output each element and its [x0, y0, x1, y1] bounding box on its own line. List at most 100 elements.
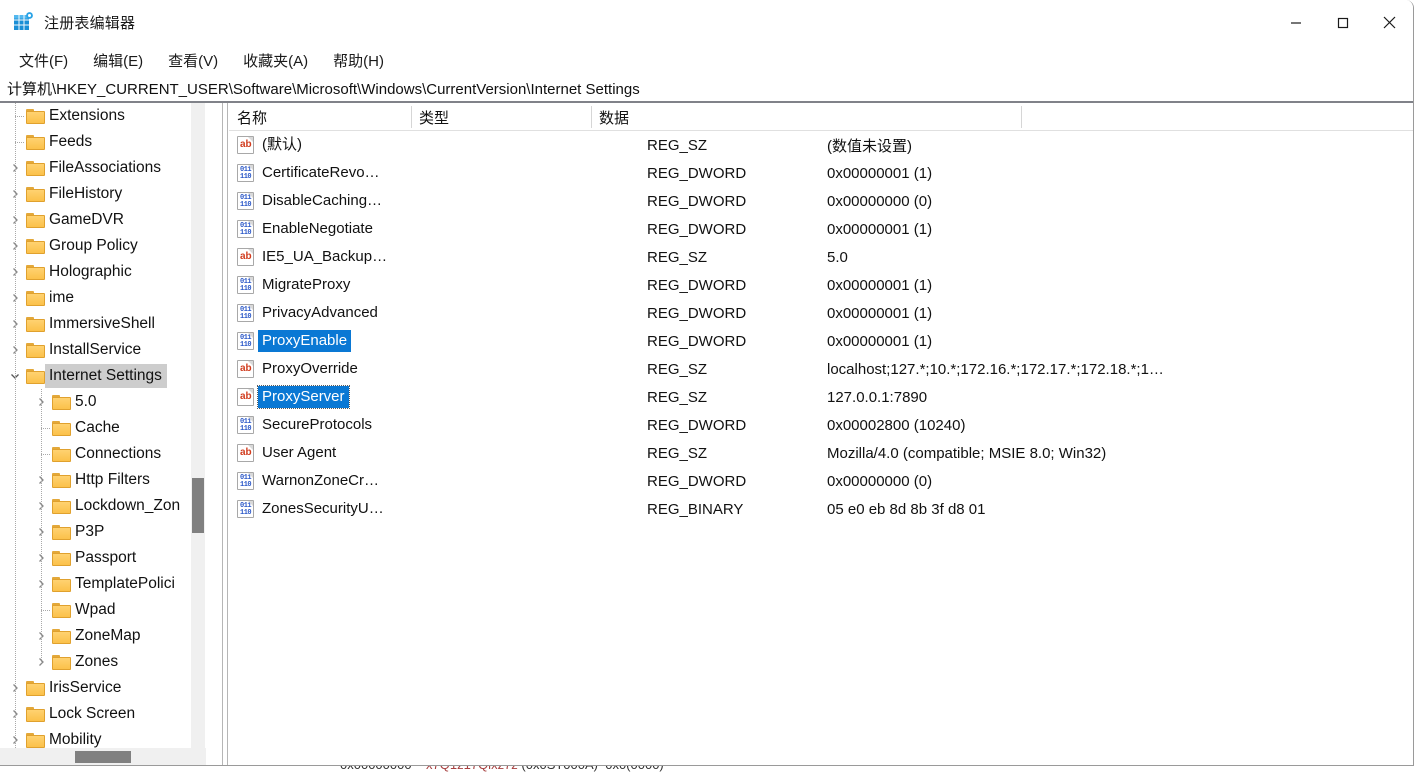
tree-vertical-scrollbar[interactable] — [191, 103, 205, 748]
tree-item-http-filters[interactable]: Http Filters — [0, 467, 206, 493]
column-header-name[interactable]: 名称 — [229, 103, 411, 131]
value-type: REG_DWORD — [647, 304, 747, 322]
folder-icon — [52, 602, 71, 618]
tree-horizontal-scroll-thumb[interactable] — [75, 751, 131, 763]
value-name: CertificateRevo… — [262, 164, 380, 181]
tree-horizontal-scrollbar[interactable] — [0, 748, 206, 765]
tree-item-templatepolici[interactable]: TemplatePolici — [0, 571, 206, 597]
tree-item-immersiveshell[interactable]: ImmersiveShell — [0, 311, 206, 337]
address-path: 计算机\HKEY_CURRENT_USER\Software\Microsoft… — [7, 80, 640, 98]
table-row[interactable]: 011 110 MigrateProxy REG_DWORD 0x00000001 (1… — [229, 271, 1413, 299]
list-column-headers: 名称 类型 数据 — [229, 103, 1413, 131]
tree-item-passport[interactable]: Passport — [0, 545, 206, 571]
value-name: WarnonZoneCr… — [262, 472, 379, 489]
tree-item-internet-settings[interactable]: Internet Settings — [0, 363, 206, 389]
address-bar[interactable]: 计算机\HKEY_CURRENT_USER\Software\Microsoft… — [0, 75, 1413, 101]
tree-item-extensions[interactable]: Extensions — [0, 103, 206, 129]
registry-values-list: ab (默认) REG_SZ (数值未设置) 011 110 CertificateRevo… — [229, 131, 1413, 523]
tree-item-connections[interactable]: Connections — [0, 441, 206, 467]
tree-item-wpad[interactable]: Wpad — [0, 597, 206, 623]
value-data: 0x00000001 (1) — [827, 276, 933, 294]
dword-value-icon: 011 110 — [237, 332, 254, 350]
minimize-button[interactable] — [1272, 0, 1319, 45]
tree-item-installservice[interactable]: InstallService — [0, 337, 206, 363]
table-row[interactable]: ab IE5_UA_Backup… REG_SZ 5.0 — [229, 243, 1413, 271]
column-header-data[interactable]: 数据 — [591, 103, 1021, 131]
string-value-icon: ab — [237, 248, 254, 266]
dword-value-icon: 011 110 — [237, 220, 254, 238]
tree-item-lockdown-zon[interactable]: Lockdown_Zon — [0, 493, 206, 519]
close-button[interactable] — [1366, 0, 1413, 45]
folder-icon — [26, 290, 45, 306]
value-name-cell: 011 110 ProxyEnable — [237, 327, 352, 355]
menu-file[interactable]: 文件(F) — [10, 48, 77, 73]
string-value-icon: ab — [237, 136, 254, 154]
tree-item-gamedvr[interactable]: GameDVR — [0, 207, 206, 233]
table-row[interactable]: ab (默认) REG_SZ (数值未设置) — [229, 131, 1413, 159]
tree-item-lock-screen[interactable]: Lock Screen — [0, 701, 206, 727]
menu-favorites[interactable]: 收藏夹(A) — [234, 48, 317, 73]
tree-item-group-policy[interactable]: Group Policy — [0, 233, 206, 259]
table-row[interactable]: 011 110 DisableCaching… REG_DWORD 0x00000000… — [229, 187, 1413, 215]
maximize-button[interactable] — [1319, 0, 1366, 45]
tree-item-label: Internet Settings — [45, 364, 167, 388]
value-type: REG_SZ — [647, 248, 708, 266]
value-type: REG_DWORD — [647, 416, 747, 434]
folder-icon — [26, 706, 45, 722]
value-name-cell: 011 110 MigrateProxy — [237, 271, 354, 299]
tree-item-mobility[interactable]: Mobility — [0, 727, 206, 748]
folder-icon — [52, 524, 71, 540]
tree-item-label: Mobility — [49, 731, 102, 748]
tree-item-zonemap[interactable]: ZoneMap — [0, 623, 206, 649]
tree-item-5-0[interactable]: 5.0 — [0, 389, 206, 415]
column-header-type[interactable]: 类型 — [411, 103, 591, 131]
title-bar: 注册表编辑器 — [0, 0, 1413, 45]
tree-item-holographic[interactable]: Holographic — [0, 259, 206, 285]
tree-item-ime[interactable]: ime — [0, 285, 206, 311]
table-row[interactable]: ab User Agent REG_SZ Mozilla/4.0 (compatibl… — [229, 439, 1413, 467]
tree-item-filehistory[interactable]: FileHistory — [0, 181, 206, 207]
folder-icon — [26, 368, 45, 384]
string-value-icon: ab — [237, 444, 254, 462]
tree-item-label: Passport — [75, 549, 137, 566]
menu-help[interactable]: 帮助(H) — [324, 48, 393, 73]
tree-item-label: Lockdown_Zon — [75, 497, 181, 514]
value-name-cell: 011 110 WarnonZoneCr… — [237, 467, 383, 495]
table-row[interactable]: 011 110 SecureProtocols REG_DWORD 0x00002800… — [229, 411, 1413, 439]
value-data: 0x00000001 (1) — [827, 220, 933, 238]
menu-view[interactable]: 查看(V) — [159, 48, 227, 73]
tree-item-feeds[interactable]: Feeds — [0, 129, 206, 155]
table-row[interactable]: 011 110 EnableNegotiate REG_DWORD 0x00000001… — [229, 215, 1413, 243]
pane-splitter[interactable] — [222, 103, 228, 765]
value-type: REG_SZ — [647, 360, 708, 378]
value-name: DisableCaching… — [262, 192, 383, 209]
column-divider-3[interactable] — [1021, 106, 1022, 128]
folder-icon — [26, 264, 45, 280]
menu-edit[interactable]: 编辑(E) — [84, 48, 152, 73]
tree-vertical-scroll-thumb[interactable] — [192, 478, 204, 533]
tree-item-p3p[interactable]: P3P — [0, 519, 206, 545]
dword-value-icon: 011 110 — [237, 500, 254, 518]
dword-value-icon: 011 110 — [237, 276, 254, 294]
value-name: ProxyEnable — [258, 330, 352, 352]
tree-item-label: GameDVR — [49, 211, 124, 228]
value-type: REG_SZ — [647, 136, 708, 154]
folder-icon — [52, 654, 71, 670]
table-row[interactable]: 011 110 WarnonZoneCr… REG_DWORD 0x00000000 (… — [229, 467, 1413, 495]
tree-item-zones[interactable]: Zones — [0, 649, 206, 675]
value-name: IE5_UA_Backup… — [262, 248, 388, 265]
folder-icon — [26, 316, 45, 332]
value-data: 0x00002800 (10240) — [827, 416, 966, 434]
tree-item-irisservice[interactable]: IrisService — [0, 675, 206, 701]
tree-item-label: ime — [49, 289, 74, 306]
table-row[interactable]: 011 110 PrivacyAdvanced REG_DWORD 0x00000001… — [229, 299, 1413, 327]
table-row[interactable]: ab ProxyServer REG_SZ 127.0.0.1:7890 — [229, 383, 1413, 411]
table-row[interactable]: 011 110 ProxyEnable REG_DWORD 0x00000001 (1) — [229, 327, 1413, 355]
registry-tree-pane: Extensions Feeds FileAssociations FileHisto… — [0, 103, 229, 765]
tree-item-fileassociations[interactable]: FileAssociations — [0, 155, 206, 181]
tree-item-cache[interactable]: Cache — [0, 415, 206, 441]
table-row[interactable]: 011 110 ZonesSecurityU… REG_BINARY 05 e0 eb … — [229, 495, 1413, 523]
table-row[interactable]: 011 110 CertificateRevo… REG_DWORD 0x0000000… — [229, 159, 1413, 187]
background-text: 0x00000000 x7Q1z17Qixz7z (0x0ST000A) 0x0… — [340, 766, 664, 772]
table-row[interactable]: ab ProxyOverride REG_SZ localhost;127.*;10.… — [229, 355, 1413, 383]
